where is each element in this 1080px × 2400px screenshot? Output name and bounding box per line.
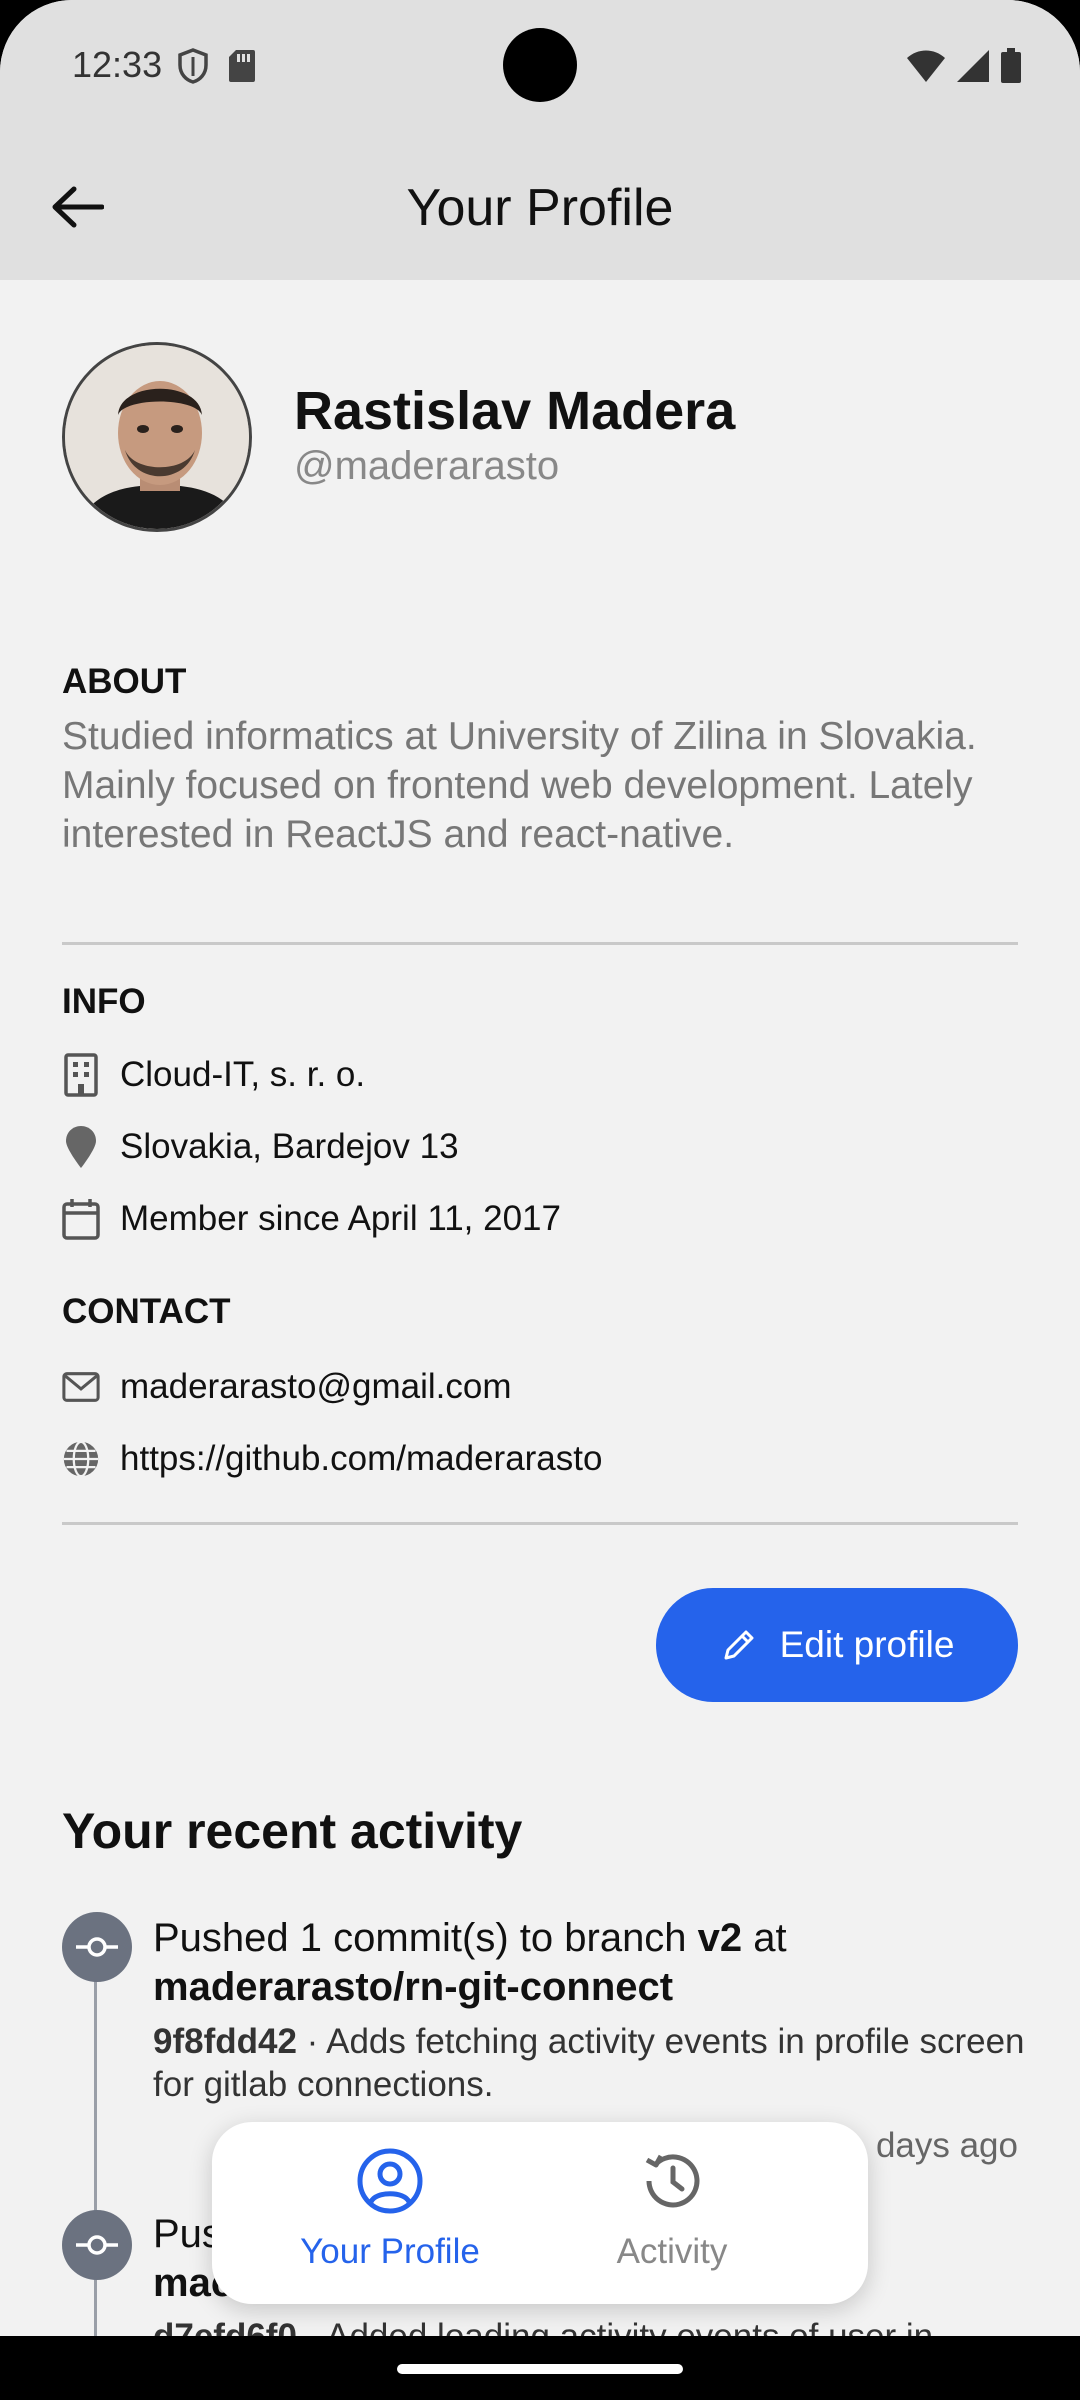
edit-profile-button[interactable]: Edit profile — [656, 1588, 1018, 1702]
activity-mid: at — [742, 1916, 787, 1960]
tab-your-profile-label: Your Profile — [300, 2232, 480, 2271]
screen: 12:33 Your Profile Rastislav Madera @mad… — [0, 0, 1080, 2336]
info-member-since: Member since April 11, 2017 — [62, 1194, 561, 1244]
activity-branch: v2 — [697, 1916, 743, 1960]
mail-icon — [62, 1365, 100, 1409]
activity-repo: maderarasto/rn-git-connect — [153, 1965, 674, 2009]
commit-sha: 9f8fdd42 — [153, 2022, 297, 2061]
divider — [62, 942, 1018, 945]
info-company: Cloud-IT, s. r. o. — [62, 1050, 365, 1100]
tab-your-profile[interactable]: Your Profile — [260, 2148, 520, 2272]
contact-email[interactable]: maderarasto@gmail.com — [62, 1362, 512, 1412]
activity-prefix: Pushed 1 commit(s) to branch — [153, 1916, 698, 1960]
activity-item[interactable]: Pushed 1 commit(s) to branch v2 at mader… — [153, 1914, 1033, 2012]
home-indicator[interactable] — [397, 2364, 683, 2374]
divider — [62, 1522, 1018, 1525]
about-title: ABOUT — [62, 662, 187, 701]
activity-time: days ago — [875, 2126, 1018, 2165]
sd-card-icon — [229, 50, 255, 82]
building-icon — [62, 1053, 100, 1097]
status-right-icons — [906, 48, 1022, 84]
activity-description: d7efd6f0 · Added loading activity events… — [153, 2315, 1033, 2336]
about-text: Studied informatics at University of Zil… — [62, 715, 977, 856]
location-pin-icon — [62, 1125, 100, 1169]
commit-sha: d7efd6f0 — [153, 2317, 297, 2336]
avatar — [62, 342, 252, 532]
info-title: INFO — [62, 982, 146, 1021]
email-text: maderarasto@gmail.com — [120, 1367, 512, 1406]
user-circle-icon — [357, 2148, 423, 2214]
globe-icon — [62, 1437, 100, 1481]
member-since-text: Member since April 11, 2017 — [120, 1199, 561, 1238]
profile-handle: @maderarasto — [294, 444, 560, 488]
commit-message: · Added loading activity events of user … — [297, 2317, 934, 2336]
status-left-icons — [178, 48, 256, 84]
wifi-icon — [907, 50, 945, 82]
status-time: 12:33 — [72, 44, 163, 85]
battery-icon — [1001, 48, 1021, 83]
company-text: Cloud-IT, s. r. o. — [120, 1055, 366, 1094]
website-text: https://github.com/maderarasto — [120, 1439, 603, 1478]
page-title: Your Profile — [406, 179, 674, 237]
location-text: Slovakia, Bardejov 13 — [120, 1127, 459, 1166]
tab-activity-label: Activity — [616, 2232, 728, 2271]
info-location: Slovakia, Bardejov 13 — [62, 1122, 459, 1172]
app-bar: Your Profile — [0, 132, 1080, 280]
commit-icon — [62, 1912, 132, 1982]
profile-name: Rastislav Madera — [294, 381, 736, 441]
status-bar: 12:33 — [0, 0, 1080, 132]
shield-icon — [178, 48, 208, 84]
activity-description: 9f8fdd42 · Adds fetching activity events… — [153, 2020, 1033, 2106]
camera-cutout — [503, 28, 577, 102]
recent-activity-title: Your recent activity — [62, 1803, 523, 1859]
history-icon — [645, 2154, 700, 2208]
tab-activity[interactable]: Activity — [542, 2148, 802, 2272]
pencil-icon — [724, 1630, 754, 1660]
calendar-icon — [62, 1197, 100, 1241]
edit-profile-label: Edit profile — [779, 1624, 955, 1665]
commit-icon — [62, 2210, 132, 2280]
bottom-navigation: Your Profile Activity — [212, 2122, 868, 2304]
contact-title: CONTACT — [62, 1292, 231, 1331]
signal-icon — [957, 50, 989, 82]
contact-website[interactable]: https://github.com/maderarasto — [62, 1434, 602, 1484]
